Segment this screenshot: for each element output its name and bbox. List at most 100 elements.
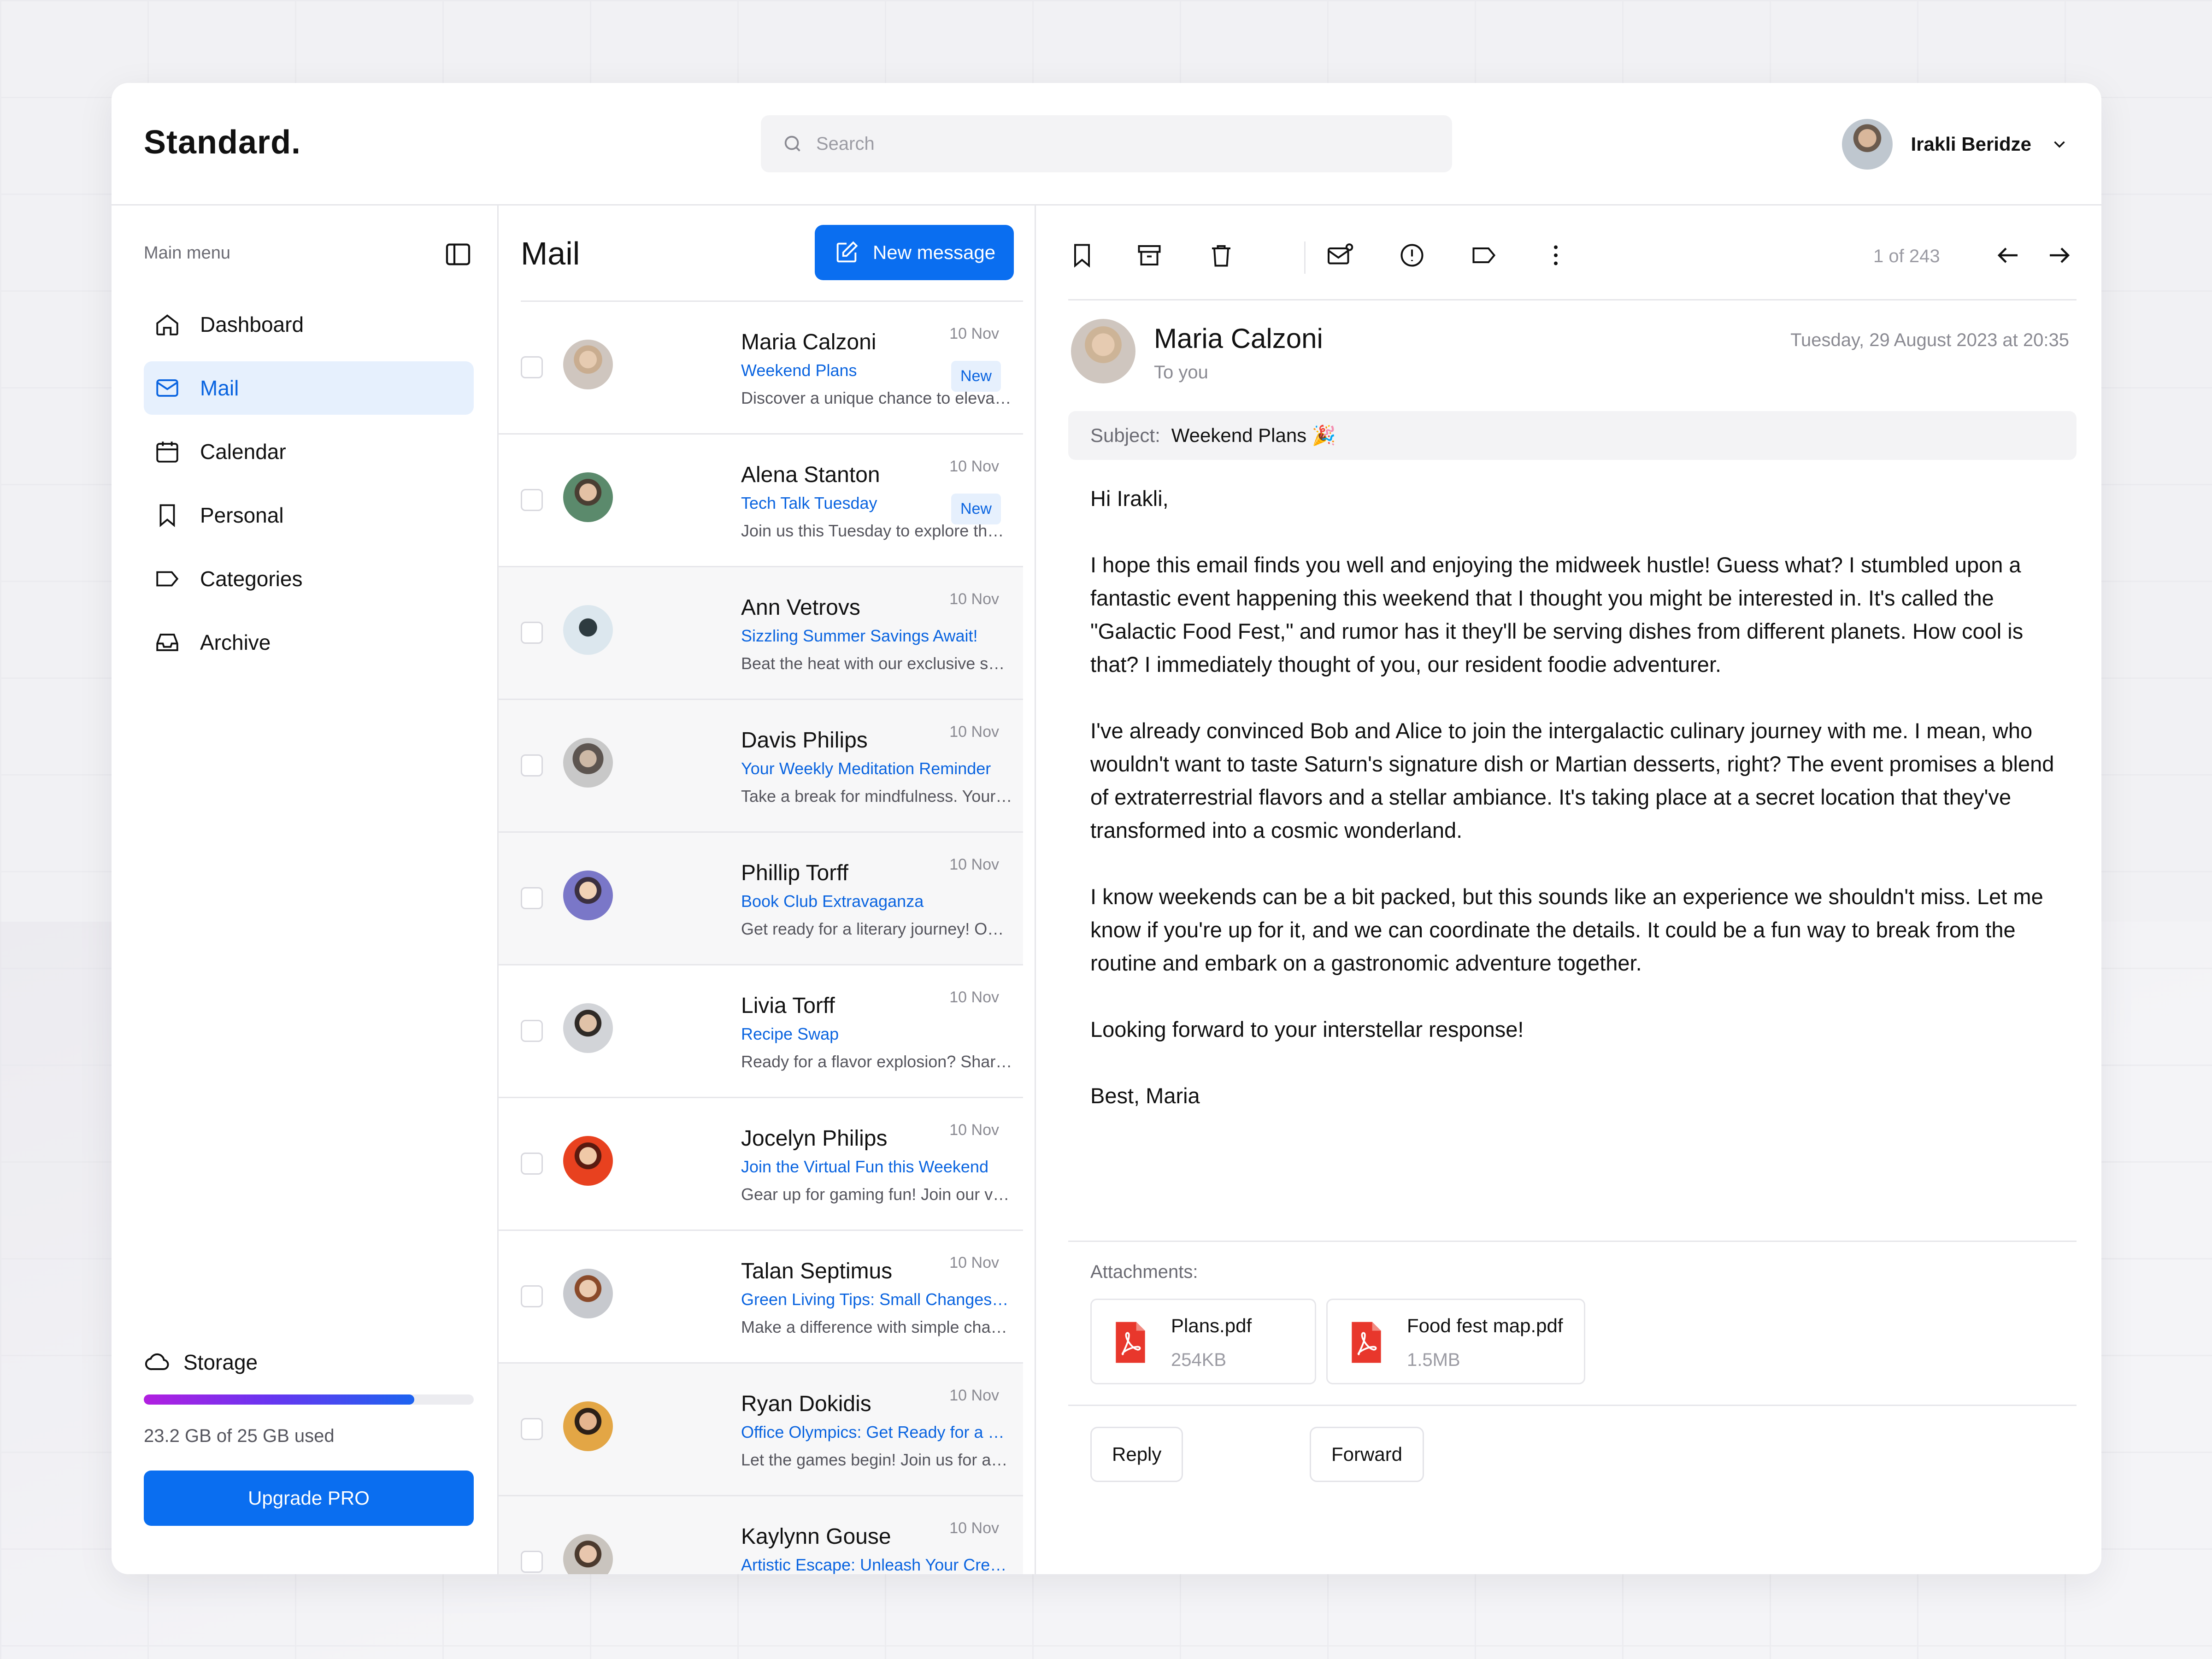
mail-list-panel: Mail New message Maria Calzoni Weekend Pl… [499, 206, 1036, 1574]
mail-list-item[interactable]: Ryan Dokidis Office Olympics: Get Ready f… [499, 1362, 1023, 1495]
bookmark-icon[interactable] [1068, 241, 1096, 269]
message-paragraph: I've already convinced Bob and Alice to … [1090, 718, 2054, 842]
sender-avatar [563, 738, 613, 788]
label-icon[interactable] [1470, 241, 1498, 269]
mail-list-item[interactable]: Livia Torff Recipe Swap Ready for a flavor… [499, 964, 1023, 1097]
attachment-name: Plans.pdf [1171, 1315, 1252, 1336]
mail-subject: Join the Virtual Fun this Weekend [741, 1157, 988, 1176]
sidebar-item-mail[interactable]: Mail [144, 361, 474, 415]
sender-name: Davis Philips [741, 728, 868, 753]
mail-date: 10 Nov [949, 856, 999, 873]
sender-avatar [563, 1401, 613, 1451]
message-paragraph: Looking forward to your interstellar res… [1090, 1017, 1524, 1041]
sidebar-item-label: Personal [200, 503, 284, 527]
sidebar-item-label: Dashboard [200, 312, 304, 336]
sidebar-item-categories[interactable]: Categories [144, 552, 474, 606]
pdf-file-icon [1116, 1322, 1145, 1363]
archive-icon[interactable] [1135, 241, 1163, 269]
tag-icon [156, 571, 179, 587]
attachment-card[interactable]: Plans.pdf 254KB [1090, 1299, 1316, 1384]
mail-subject: Book Club Extravaganza [741, 892, 924, 911]
mail-preview: Beat the heat with our exclusive su… [741, 654, 1013, 673]
select-checkbox[interactable] [521, 887, 543, 909]
storage-panel: Storage 23.2 GB of 25 GB used Upgrade PR… [144, 1348, 474, 1526]
mail-date: 10 Nov [949, 325, 999, 342]
message-toolbar: 1 of 243 [1068, 206, 2077, 300]
mail-preview: Make a difference with simple cha… [741, 1318, 1007, 1336]
mail-list-item[interactable]: Ann Vetrovs Sizzling Summer Savings Await… [499, 566, 1023, 699]
sidebar-item-personal[interactable]: Personal [144, 488, 474, 542]
sender-avatar [563, 1003, 613, 1053]
select-checkbox[interactable] [521, 754, 543, 777]
toolbar-divider [1304, 241, 1306, 274]
sidebar-item-archive[interactable]: Archive [144, 616, 474, 669]
sender-name: Kaylynn Gouse [741, 1524, 891, 1549]
sender-avatar [1071, 319, 1135, 383]
mail-list-item[interactable]: Talan Septimus Green Living Tips: Small C… [499, 1230, 1023, 1362]
select-checkbox[interactable] [521, 356, 543, 378]
trash-icon[interactable] [1207, 241, 1235, 269]
sender-name: Jocelyn Philips [741, 1126, 888, 1151]
chevron-down-icon[interactable] [2050, 135, 2069, 154]
reply-button[interactable]: Reply [1090, 1427, 1183, 1482]
attachment-card[interactable]: Food fest map.pdf 1.5MB [1326, 1299, 1585, 1384]
sidebar-title: Main menu [144, 243, 230, 263]
mail-list-item[interactable]: Phillip Torff Book Club Extravaganza Get r… [499, 831, 1023, 964]
mail-icon [156, 379, 178, 397]
select-checkbox[interactable] [521, 1153, 543, 1175]
sidebar-item-label: Archive [200, 630, 271, 654]
select-checkbox[interactable] [521, 1551, 543, 1573]
storage-label: Storage [183, 1350, 258, 1374]
arrow-left-icon[interactable] [1994, 241, 2022, 269]
storage-progress-bar [144, 1394, 474, 1405]
user-name: Irakli Beridze [1911, 133, 2031, 155]
sidebar-item-calendar[interactable]: Calendar [144, 425, 474, 478]
sender-name: Maria Calzoni [1154, 323, 1323, 354]
sender-avatar [563, 871, 613, 920]
attachment-size: 254KB [1171, 1350, 1227, 1370]
mail-list: Maria Calzoni Weekend Plans Discover a uni… [499, 300, 1023, 1574]
search-box[interactable] [761, 115, 1452, 172]
user-menu[interactable]: Irakli Beridze [1841, 119, 2069, 170]
forward-button[interactable]: Forward [1310, 1427, 1424, 1482]
report-spam-icon[interactable] [1398, 241, 1426, 269]
mail-list-item[interactable]: Maria Calzoni Weekend Plans Discover a uni… [521, 300, 1023, 433]
select-checkbox[interactable] [521, 1418, 543, 1440]
sender-name: Maria Calzoni [741, 330, 877, 354]
main-nav: Dashboard Mail Calendar Personal Categor… [144, 298, 474, 679]
select-checkbox[interactable] [521, 1020, 543, 1042]
select-checkbox[interactable] [521, 1285, 543, 1307]
sender-avatar [563, 1136, 613, 1186]
select-checkbox[interactable] [521, 489, 543, 511]
mail-list-item[interactable]: Kaylynn Gouse Artistic Escape: Unleash Yo… [499, 1495, 1023, 1574]
mail-preview: Take a break for mindfulness. Your… [741, 787, 1012, 806]
mark-unread-icon[interactable] [1326, 241, 1354, 269]
mail-subject: Sizzling Summer Savings Await! [741, 626, 978, 645]
attachments-divider [1068, 1241, 2077, 1242]
mail-list-item[interactable]: Davis Philips Your Weekly Meditation Remi… [499, 699, 1023, 831]
new-message-label: New message [872, 241, 996, 263]
message-paragraph: Best, Maria [1090, 1083, 1200, 1108]
sidebar-item-dashboard[interactable]: Dashboard [144, 298, 474, 351]
storage-header: Storage [144, 1348, 474, 1376]
sender-avatar [563, 1269, 613, 1318]
mail-date: 10 Nov [949, 1121, 999, 1139]
arrow-right-icon[interactable] [2045, 241, 2073, 269]
sidebar-item-label: Mail [200, 376, 239, 400]
mail-list-item[interactable]: Jocelyn Philips Join the Virtual Fun this… [499, 1097, 1023, 1230]
inbox-icon [156, 634, 178, 651]
mail-list-item[interactable]: Alena Stanton Tech Talk Tuesday Join us th… [499, 433, 1023, 566]
attachment-size: 1.5MB [1407, 1350, 1460, 1370]
sidebar-item-label: Calendar [200, 440, 286, 464]
sender-avatar [563, 472, 613, 522]
sidebar-toggle-icon[interactable] [443, 240, 473, 269]
search-input[interactable] [816, 133, 1369, 154]
new-message-button[interactable]: New message [815, 225, 1014, 280]
message-pager: 1 of 243 [1873, 246, 1940, 266]
upgrade-pro-button[interactable]: Upgrade PRO [144, 1471, 474, 1526]
mail-app-window: Standard. Irakli Beridze Main menu Dashb… [112, 83, 2101, 1574]
mail-subject: Green Living Tips: Small Changes,… [741, 1290, 1013, 1309]
mail-date: 10 Nov [949, 458, 999, 475]
more-options-icon[interactable] [1542, 241, 1570, 269]
select-checkbox[interactable] [521, 622, 543, 644]
